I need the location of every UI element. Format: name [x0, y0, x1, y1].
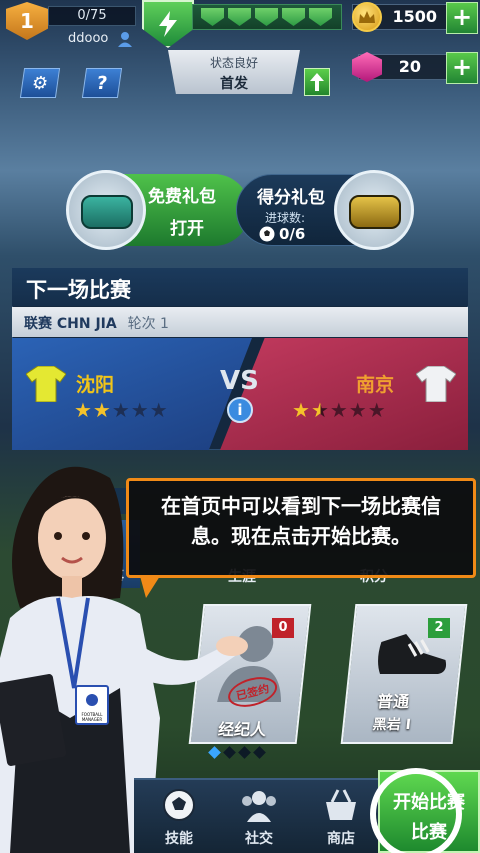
user-icon: [118, 32, 132, 47]
gold-bag-icon: [349, 195, 401, 229]
score-gift-subtitle: 进球数:: [265, 211, 306, 225]
status-label: 状态良好: [209, 56, 258, 70]
energy-pip: [255, 8, 278, 26]
boots-rarity-label: 普通: [376, 692, 411, 711]
add-gems-button[interactable]: +: [446, 52, 478, 84]
score-gift-title: 得分礼包: [257, 188, 325, 208]
score-gift-circle[interactable]: [334, 170, 414, 250]
away-jersey-icon: [416, 366, 456, 402]
level-badge[interactable]: 1: [6, 2, 48, 40]
energy-pip: [201, 8, 224, 26]
boots-count: 2: [428, 618, 450, 638]
nav-shop-label: 商店: [327, 831, 355, 847]
score-gift-progress: 0/6: [279, 225, 306, 243]
coin-icon: [352, 2, 382, 32]
nav-social[interactable]: 社交: [226, 788, 292, 848]
energy-shield[interactable]: [142, 0, 194, 48]
nav-skills-label: 技能: [165, 831, 193, 847]
tutorial-highlight-ring: [370, 768, 462, 853]
gear-icon: ⚙: [30, 72, 50, 94]
next-match-title: 下一场比赛: [12, 268, 468, 306]
status-value: 首发: [220, 76, 248, 92]
boots-name-label: 黑岩 I: [371, 717, 412, 733]
add-coins-button[interactable]: +: [446, 2, 478, 34]
agent-count: 0: [272, 618, 294, 638]
soccer-ball-icon: [259, 226, 275, 242]
soccer-ball-icon: [163, 789, 195, 821]
help-button[interactable]: ?: [81, 68, 123, 98]
settings-button[interactable]: ⚙: [19, 68, 61, 98]
free-gift-circle[interactable]: [66, 170, 146, 250]
nav-skills[interactable]: 技能: [146, 788, 212, 848]
tutorial-tip: 在首页中可以看到下一场比赛信息。现在点击开始比赛。: [126, 478, 476, 578]
match-info-button[interactable]: i: [227, 397, 253, 423]
help-icon: ?: [95, 72, 109, 94]
home-team-name: 沈阳: [76, 374, 115, 396]
energy-pip: [309, 8, 332, 26]
free-gift-open-button[interactable]: 打开: [170, 214, 204, 239]
status-panel: 状态良好 首发: [168, 50, 300, 94]
arrow-up-icon: [310, 73, 324, 91]
energy-pips: [192, 4, 342, 30]
league-round: 轮次 1: [127, 316, 169, 332]
league-name: 联赛 CHN JIA: [24, 316, 117, 332]
status-up-button[interactable]: [304, 68, 330, 96]
carousel-dot[interactable]: [253, 746, 266, 759]
player-name: ddooo: [68, 31, 109, 46]
people-icon: [242, 791, 276, 822]
xp-bar: 0/75: [48, 6, 136, 26]
nav-shop[interactable]: 商店: [308, 788, 374, 848]
nav-social-label: 社交: [245, 831, 273, 847]
league-bar: 联赛 CHN JIA 轮次 1: [12, 307, 468, 337]
basket-icon: [326, 789, 356, 820]
home-jersey-icon: [26, 366, 66, 402]
badge-line2: MANAGER: [82, 717, 102, 722]
crown-icon: [359, 11, 375, 23]
away-team-stars: ★★★★★: [292, 398, 387, 422]
free-gift-title: 免费礼包: [148, 187, 216, 207]
away-team-name: 南京: [356, 374, 395, 396]
home-team-stars: ★★★★★: [74, 398, 169, 422]
vs-label: VS: [220, 366, 259, 396]
energy-pip: [282, 8, 305, 26]
green-bag-icon: [81, 195, 133, 229]
energy-pip: [228, 8, 251, 26]
lightning-icon: [159, 11, 177, 37]
